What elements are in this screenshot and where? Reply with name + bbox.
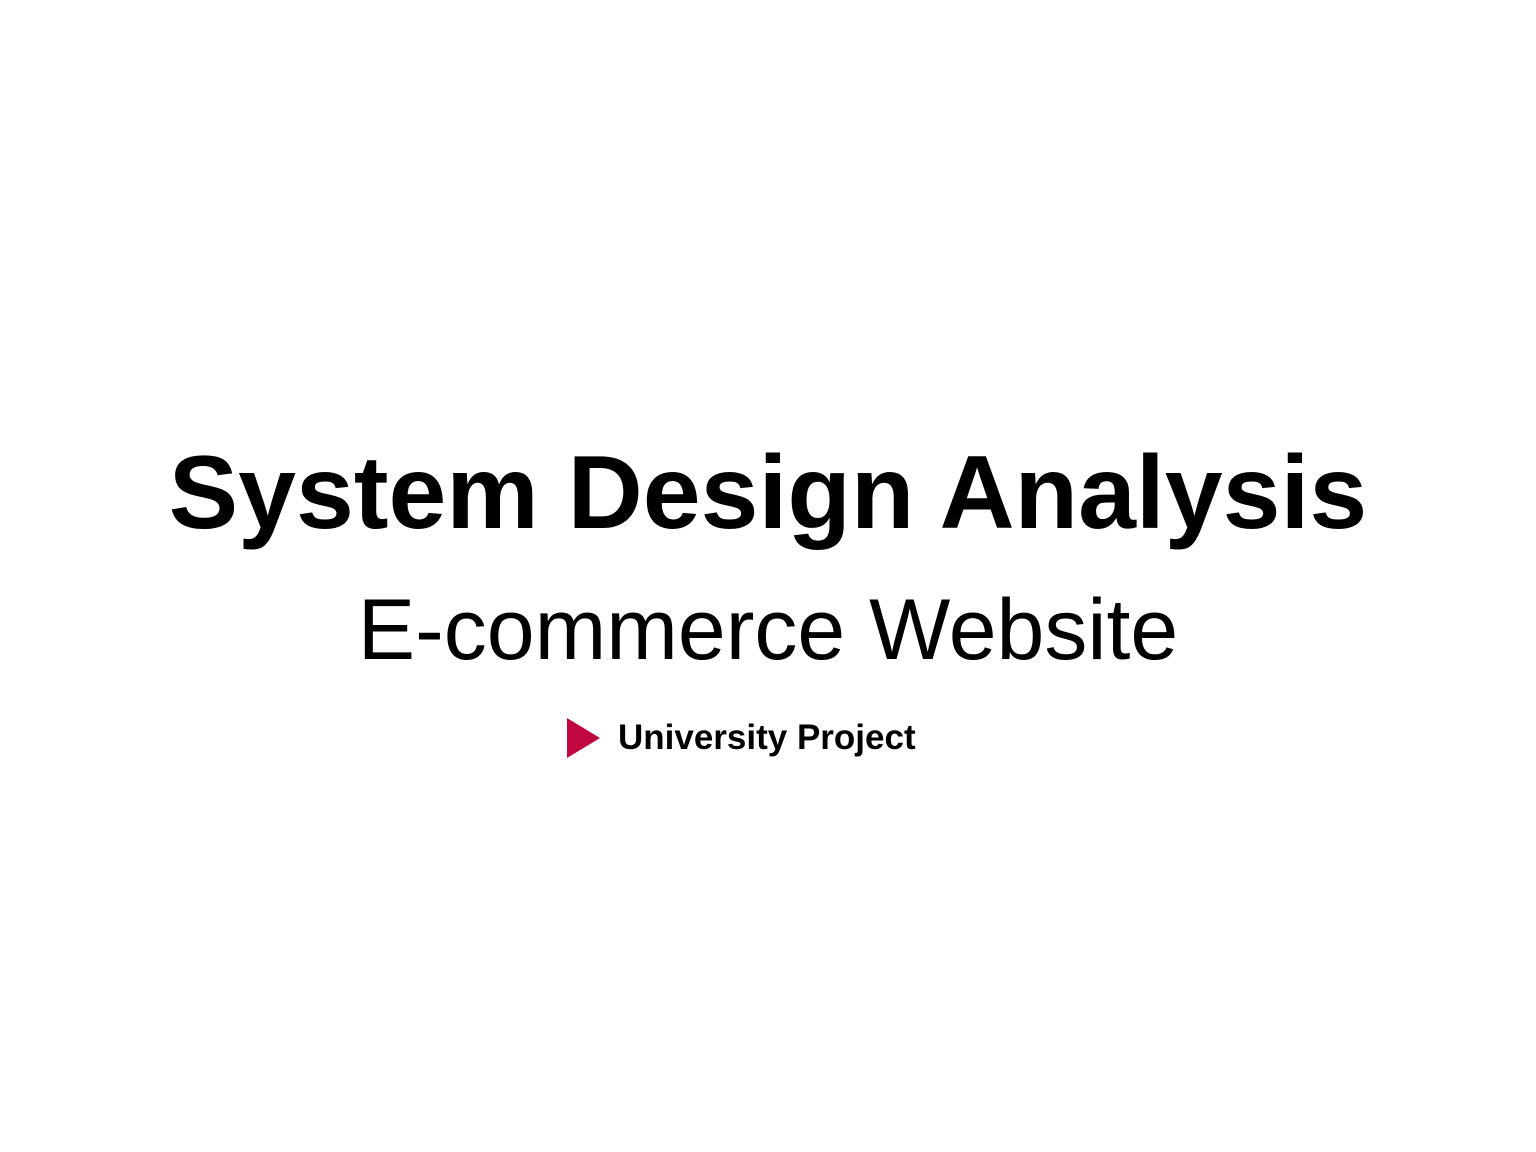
slide-title: System Design Analysis <box>168 435 1368 551</box>
play-triangle-icon <box>567 718 600 758</box>
slide-subtitle: E-commerce Website <box>357 582 1179 678</box>
project-tag-label: University Project <box>618 718 916 757</box>
title-slide: System Design Analysis E-commerce Websit… <box>0 0 1536 1152</box>
project-tag: University Project <box>567 714 916 762</box>
